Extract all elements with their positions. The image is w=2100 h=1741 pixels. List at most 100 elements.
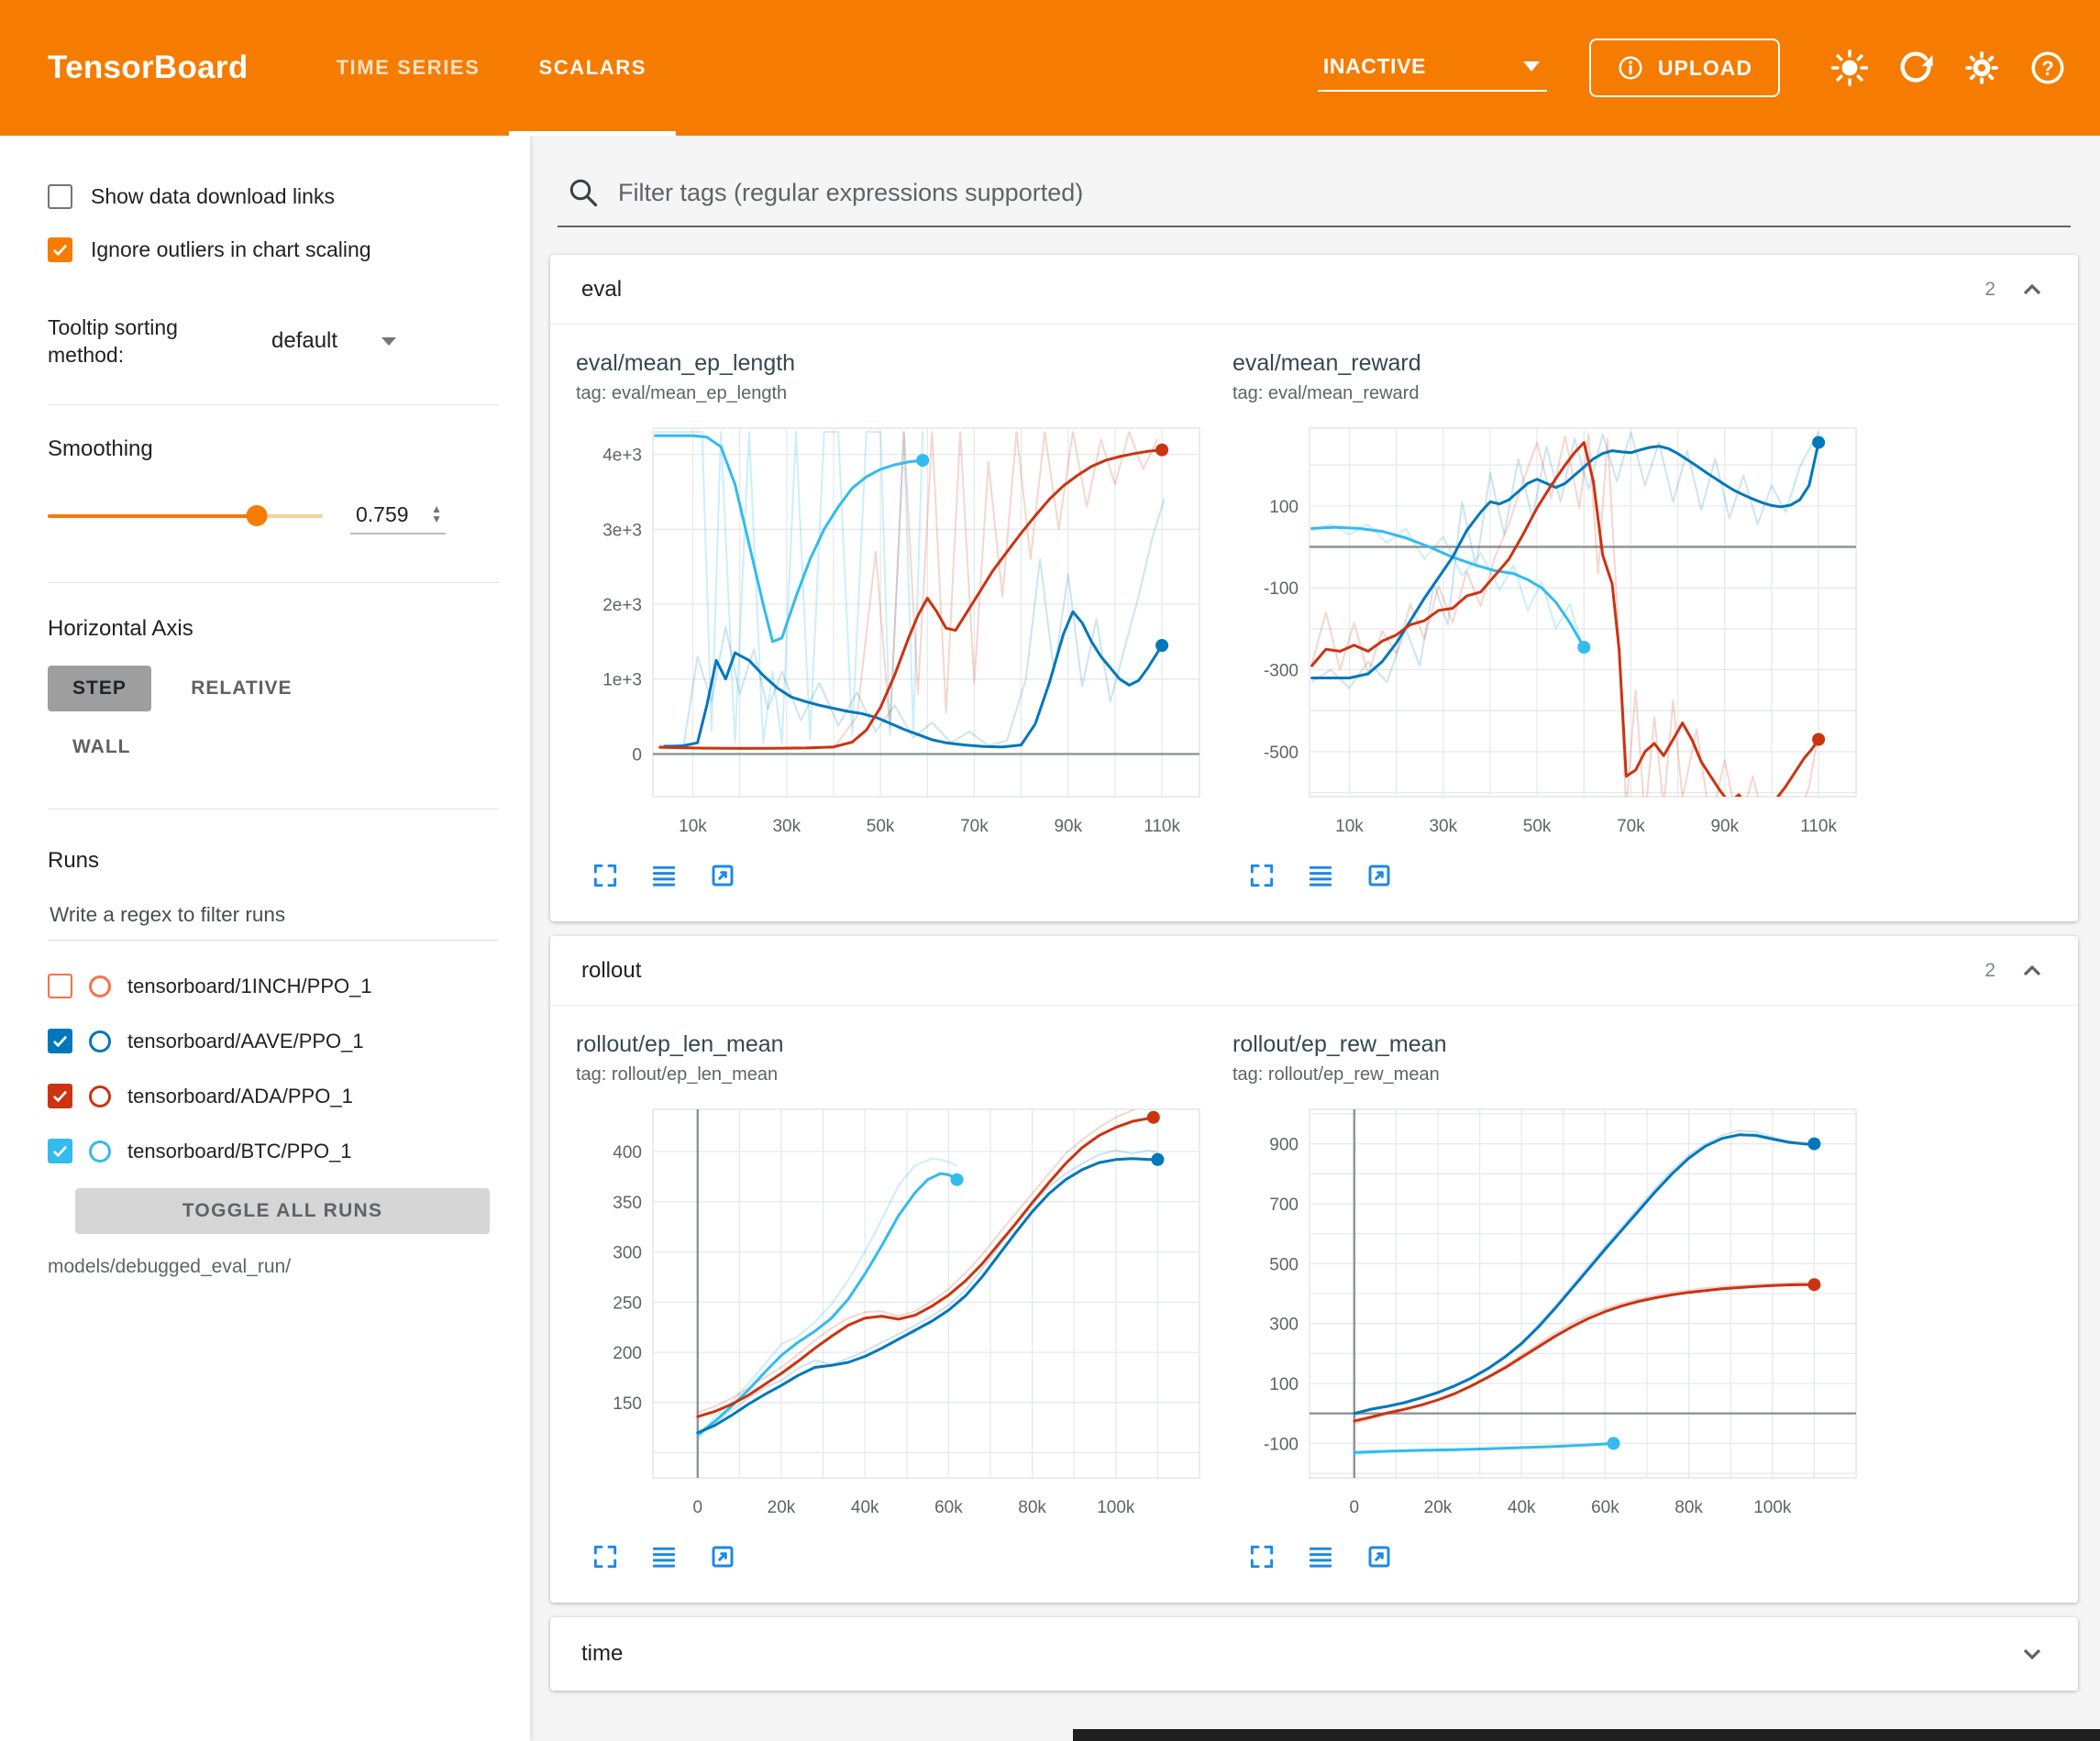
toggle-all-runs-button[interactable]: TOGGLE ALL RUNS	[75, 1188, 490, 1234]
chart-eval-mean-reward: eval/mean_reward tag: eval/mean_reward 1…	[1232, 350, 1865, 890]
data-table-icon[interactable]	[1306, 1542, 1335, 1571]
svg-text:400: 400	[613, 1143, 642, 1163]
chevron-down-icon[interactable]	[2017, 1639, 2047, 1669]
fit-domain-icon[interactable]	[708, 861, 737, 890]
show-data-download-row[interactable]: Show data download links	[48, 178, 499, 215]
svg-text:30k: 30k	[772, 817, 801, 836]
smoothing-slider[interactable]	[48, 514, 323, 518]
fit-domain-icon[interactable]	[1365, 1542, 1394, 1571]
svg-text:90k: 90k	[1054, 817, 1082, 836]
axis-options-row: STEP RELATIVE	[48, 666, 499, 711]
axis-step-button[interactable]: STEP	[48, 666, 151, 711]
svg-text:90k: 90k	[1710, 817, 1739, 836]
chart-rollout-ep-rew-mean: rollout/ep_rew_mean tag: rollout/ep_rew_…	[1232, 1031, 1865, 1571]
chart-tag: tag: rollout/ep_len_mean	[576, 1064, 1209, 1085]
run-item[interactable]: tensorboard/ADA/PPO_1	[48, 1078, 499, 1115]
svg-text:150: 150	[613, 1394, 642, 1414]
runs-label: Runs	[48, 848, 499, 874]
run-checkbox[interactable]	[48, 974, 72, 998]
tab-scalars[interactable]: SCALARS	[509, 0, 676, 136]
show-data-download-label: Show data download links	[91, 184, 335, 209]
line-chart: 020k40k60k80k100k150200250300350400	[576, 1095, 1209, 1535]
settings-gear-icon[interactable]	[1961, 47, 2003, 89]
run-item[interactable]: tensorboard/BTC/PPO_1	[48, 1133, 499, 1170]
section-eval-header[interactable]: eval 2	[550, 255, 2078, 325]
svg-text:-100: -100	[1264, 579, 1299, 599]
axis-relative-button[interactable]: RELATIVE	[166, 666, 316, 711]
chart-rollout-ep-len-mean: rollout/ep_len_mean tag: rollout/ep_len_…	[576, 1031, 1209, 1571]
chevron-down-icon	[381, 337, 396, 346]
smoothing-control: 0.759 ▲▼	[48, 499, 499, 534]
run-checkbox[interactable]	[48, 1029, 72, 1053]
section-title: rollout	[581, 958, 1984, 984]
upload-label: UPLOAD	[1658, 56, 1752, 81]
fit-domain-icon[interactable]	[1365, 861, 1394, 890]
expand-chart-icon[interactable]	[1247, 1542, 1277, 1571]
svg-text:-300: -300	[1264, 662, 1299, 681]
fit-domain-icon[interactable]	[708, 1542, 737, 1571]
smoothing-value: 0.759	[356, 502, 409, 527]
expand-chart-icon[interactable]	[1247, 861, 1277, 890]
ignore-outliers-checkbox[interactable]	[48, 237, 72, 262]
svg-text:40k: 40k	[1508, 1498, 1536, 1517]
chevron-up-icon[interactable]	[2017, 275, 2047, 304]
data-table-icon[interactable]	[649, 1542, 679, 1571]
check-icon	[50, 1141, 70, 1161]
sync-status-dropdown[interactable]: INACTIVE	[1318, 45, 1547, 92]
line-chart: 020k40k60k80k100k-100100300500700900	[1232, 1095, 1865, 1535]
stepper-arrows-icon[interactable]: ▲▼	[431, 504, 442, 524]
run-checkbox[interactable]	[48, 1139, 72, 1163]
svg-text:350: 350	[613, 1194, 642, 1213]
runs-filter-input[interactable]	[48, 896, 499, 941]
section-time-header[interactable]: time	[550, 1617, 2078, 1691]
svg-text:500: 500	[1269, 1255, 1299, 1274]
chart-toolbar	[576, 861, 1209, 890]
section-rollout-header[interactable]: rollout 2	[550, 936, 2078, 1006]
chart-tag: tag: rollout/ep_rew_mean	[1232, 1064, 1865, 1085]
upload-button[interactable]: UPLOAD	[1589, 39, 1780, 97]
svg-text:4e+3: 4e+3	[602, 446, 642, 466]
svg-text:50k: 50k	[1523, 817, 1552, 836]
data-table-icon[interactable]	[1306, 861, 1335, 890]
svg-text:20k: 20k	[1424, 1498, 1453, 1517]
tab-time-series[interactable]: TIME SERIES	[307, 0, 510, 136]
svg-text:60k: 60k	[1591, 1498, 1619, 1517]
svg-text:2e+3: 2e+3	[602, 596, 642, 615]
ignore-outliers-row[interactable]: Ignore outliers in chart scaling	[48, 231, 499, 268]
help-icon[interactable]: ?	[2027, 47, 2069, 89]
svg-text:10k: 10k	[1335, 817, 1364, 836]
horizontal-axis-label: Horizontal Axis	[48, 616, 499, 642]
refresh-icon[interactable]	[1895, 47, 1937, 89]
tooltip-sorting-select[interactable]: default	[266, 325, 402, 358]
svg-text:700: 700	[1269, 1196, 1299, 1215]
tooltip-sorting-row: Tooltip sorting method: default	[48, 314, 499, 369]
run-item[interactable]: tensorboard/1INCH/PPO_1	[48, 968, 499, 1005]
run-label: tensorboard/AAVE/PPO_1	[127, 1030, 364, 1053]
run-checkbox[interactable]	[48, 1084, 72, 1108]
axis-wall-button[interactable]: WALL	[48, 724, 155, 770]
charts-row: rollout/ep_len_mean tag: rollout/ep_len_…	[550, 1006, 2078, 1603]
chart-toolbar	[576, 1542, 1209, 1571]
smoothing-value-input[interactable]: 0.759 ▲▼	[350, 499, 446, 534]
tensorboard-app: TensorBoard TIME SERIES SCALARS INACTIVE…	[0, 0, 2100, 1741]
tag-filter	[558, 169, 2071, 227]
run-color-circle	[89, 1085, 111, 1107]
run-item[interactable]: tensorboard/AAVE/PPO_1	[48, 1023, 499, 1060]
expand-chart-icon[interactable]	[591, 1542, 620, 1571]
settings-sidebar: Show data download links Ignore outliers…	[0, 136, 530, 1741]
tag-filter-input[interactable]	[618, 179, 2061, 207]
svg-text:900: 900	[1269, 1136, 1299, 1155]
brightness-icon[interactable]	[1829, 47, 1871, 89]
svg-text:0: 0	[632, 745, 642, 765]
section-time: time	[550, 1617, 2078, 1691]
chevron-down-icon	[1523, 61, 1540, 72]
show-data-download-checkbox[interactable]	[48, 184, 72, 209]
chevron-up-icon[interactable]	[2017, 956, 2047, 986]
smoothing-slider-thumb[interactable]	[246, 505, 267, 526]
smoothing-slider-fill	[48, 514, 257, 518]
expand-chart-icon[interactable]	[591, 861, 620, 890]
svg-text:0: 0	[1350, 1498, 1360, 1517]
svg-text:?: ?	[2041, 57, 2053, 80]
data-table-icon[interactable]	[649, 861, 679, 890]
axis-options-row: WALL	[48, 724, 499, 770]
